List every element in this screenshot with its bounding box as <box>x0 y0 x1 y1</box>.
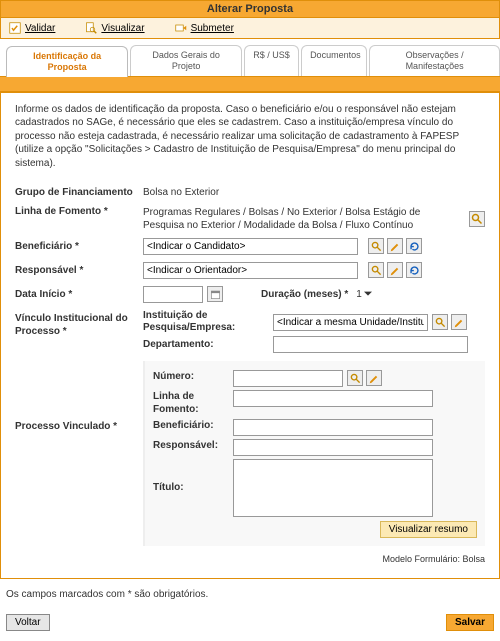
numero-search-icon[interactable] <box>347 370 363 386</box>
numero-input[interactable] <box>233 370 343 387</box>
voltar-button[interactable]: Voltar <box>6 614 50 631</box>
beneficiario-label: Beneficiário * <box>15 241 143 252</box>
beneficiario-edit-icon[interactable] <box>387 238 403 254</box>
instituicao-edit-icon[interactable] <box>451 314 467 330</box>
modelo-formulario-note: Modelo Formulário: Bolsa <box>15 554 485 564</box>
salvar-button[interactable]: Salvar <box>446 614 494 631</box>
visualizar-resumo-button[interactable]: Visualizar resumo <box>380 521 477 538</box>
departamento-input[interactable] <box>273 336 468 353</box>
tab-accent-band <box>0 76 500 92</box>
tab-documentos[interactable]: Documentos <box>301 45 367 76</box>
mandatory-fields-note: Os campos marcados com * são obrigatório… <box>6 589 494 600</box>
chevron-down-icon <box>364 291 372 297</box>
tab-observacoes[interactable]: Observações / Manifestações <box>369 45 500 76</box>
search-doc-icon <box>85 22 97 34</box>
nested-linha-input[interactable] <box>233 390 433 407</box>
submit-icon <box>175 22 187 34</box>
numero-sublabel: Número: <box>153 370 233 383</box>
numero-edit-icon[interactable] <box>366 370 382 386</box>
submeter-label: Submeter <box>191 23 234 34</box>
nested-titulo-sublabel: Título: <box>153 459 233 494</box>
check-icon <box>9 22 21 34</box>
data-inicio-label: Data Início * <box>15 289 143 300</box>
tab-bar: Identificação da Proposta Dados Gerais d… <box>0 45 500 76</box>
tab-identificacao[interactable]: Identificação da Proposta <box>6 46 128 77</box>
tab-rs-us[interactable]: R$ / US$ <box>244 45 299 76</box>
duracao-value[interactable]: 1 <box>356 289 372 300</box>
responsavel-refresh-icon[interactable] <box>406 262 422 278</box>
beneficiario-search-icon[interactable] <box>368 238 384 254</box>
instituicao-sublabel: Instituição de Pesquisa/Empresa: <box>143 310 273 334</box>
linha-value: Programas Regulares / Bolsas / No Exteri… <box>143 206 465 232</box>
duracao-label: Duração (meses) * <box>261 289 348 300</box>
beneficiario-refresh-icon[interactable] <box>406 238 422 254</box>
validar-link[interactable]: Validar <box>9 22 55 34</box>
linha-label: Linha de Fomento * <box>15 206 143 217</box>
instituicao-search-icon[interactable] <box>432 314 448 330</box>
data-inicio-input[interactable] <box>143 286 203 303</box>
nested-linha-sublabel: Linha de Fomento: <box>153 390 233 416</box>
validar-label: Validar <box>25 23 55 34</box>
bottom-bar: Voltar Salvar <box>0 610 500 641</box>
nested-beneficiario-input[interactable] <box>233 419 433 436</box>
nested-beneficiario-sublabel: Beneficiário: <box>153 419 233 432</box>
grupo-label: Grupo de Financiamento <box>15 187 143 198</box>
instituicao-input[interactable] <box>273 314 428 331</box>
responsavel-label: Responsável * <box>15 265 143 276</box>
submeter-link[interactable]: Submeter <box>175 22 234 34</box>
tab-dados-gerais[interactable]: Dados Gerais do Projeto <box>130 45 242 76</box>
responsavel-input[interactable] <box>143 262 358 279</box>
nested-responsavel-sublabel: Responsável: <box>153 439 233 452</box>
responsavel-edit-icon[interactable] <box>387 262 403 278</box>
nested-responsavel-input[interactable] <box>233 439 433 456</box>
nested-titulo-textarea[interactable] <box>233 459 433 517</box>
form-panel: Informe os dados de identificação da pro… <box>0 92 500 580</box>
processo-label: Processo Vinculado * <box>15 361 143 432</box>
action-bar: Validar Visualizar Submeter <box>0 18 500 39</box>
intro-text: Informe os dados de identificação da pro… <box>15 103 485 171</box>
visualizar-link[interactable]: Visualizar <box>85 22 144 34</box>
beneficiario-input[interactable] <box>143 238 358 255</box>
calendar-icon[interactable] <box>207 286 223 302</box>
vinculo-label: Vínculo Institucional do Processo * <box>15 308 143 338</box>
grupo-value: Bolsa no Exterior <box>143 187 485 198</box>
page-title: Alterar Proposta <box>0 0 500 18</box>
responsavel-search-icon[interactable] <box>368 262 384 278</box>
visualizar-label: Visualizar <box>101 23 144 34</box>
linha-search-icon[interactable] <box>469 211 485 227</box>
departamento-sublabel: Departamento: <box>143 339 273 351</box>
processo-nested-panel: Número: Linha de Fomento: Beneficiário: <box>143 361 485 546</box>
